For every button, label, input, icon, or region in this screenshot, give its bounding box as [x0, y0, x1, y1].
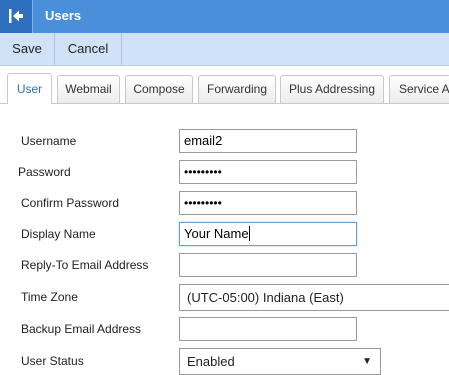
toolbar: Save Cancel [0, 33, 449, 66]
cancel-button[interactable]: Cancel [55, 33, 122, 65]
triangle-down-icon: ▼ [362, 356, 372, 367]
tab-service-access[interactable]: Service A [389, 75, 449, 103]
title-bar: Users [0, 0, 449, 33]
backup-email-label: Backup Email Address [21, 322, 142, 336]
collapse-button[interactable] [0, 0, 33, 33]
time-zone-label: Time Zone [21, 290, 78, 304]
username-label: Username [21, 134, 77, 148]
collapse-left-icon [9, 9, 23, 23]
username-field[interactable]: email2 [179, 129, 357, 153]
tab-plus-addressing[interactable]: Plus Addressing [280, 75, 384, 103]
display-name-field[interactable]: Your Name [179, 222, 357, 246]
user-status-value: Enabled [187, 354, 235, 369]
confirm-password-label: Confirm Password [21, 196, 120, 210]
user-status-label: User Status [21, 354, 84, 368]
time-zone-value: (UTC-05:00) Indiana (East) [187, 290, 344, 305]
save-button[interactable]: Save [0, 33, 55, 65]
reply-to-email-field[interactable] [179, 253, 357, 277]
tab-webmail[interactable]: Webmail [57, 75, 120, 103]
tab-user[interactable]: User [7, 73, 52, 104]
time-zone-select[interactable]: (UTC-05:00) Indiana (East) [179, 284, 449, 311]
confirm-password-field[interactable]: ••••••••• [179, 191, 357, 215]
tab-compose[interactable]: Compose [125, 75, 193, 103]
reply-to-label: Reply-To Email Address [21, 258, 149, 272]
text-cursor [248, 226, 250, 241]
page-title: Users [45, 8, 82, 23]
user-status-select[interactable]: Enabled ▼ [179, 348, 381, 375]
password-label: Password [18, 165, 71, 179]
display-name-label: Display Name [21, 227, 96, 241]
password-field[interactable]: ••••••••• [179, 160, 357, 184]
tab-forwarding[interactable]: Forwarding [198, 75, 276, 103]
tab-divider [0, 103, 449, 104]
display-name-value: Your Name [184, 226, 249, 241]
backup-email-field[interactable] [179, 317, 357, 341]
